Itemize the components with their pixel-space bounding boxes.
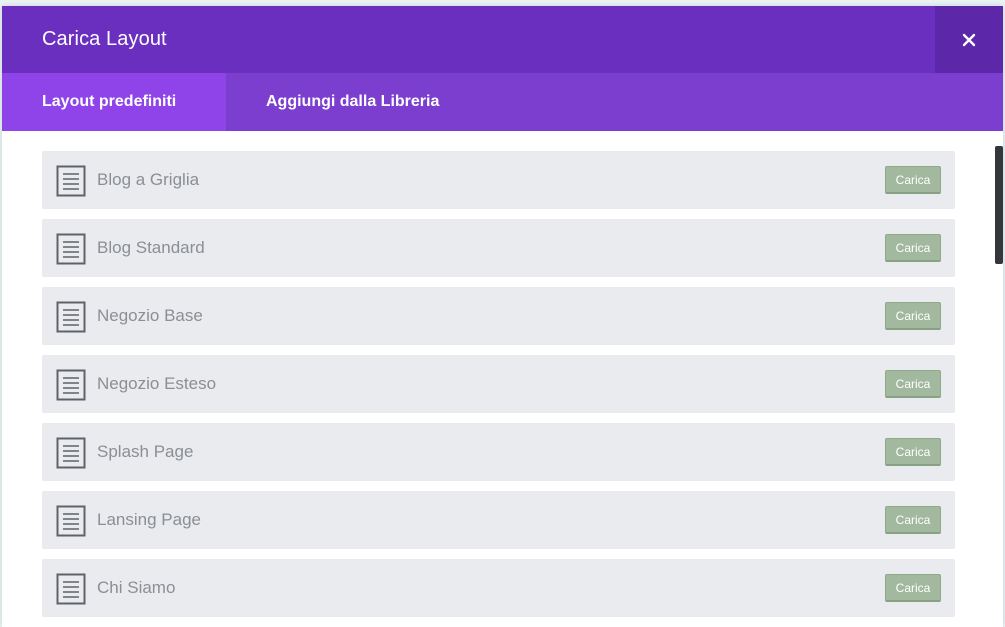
layout-name: Splash Page: [97, 442, 194, 461]
layout-row-shop-basic: Negozio Base Carica: [42, 287, 955, 345]
load-layout-modal: Carica Layout Layout predefiniti Aggiung…: [2, 6, 1003, 627]
scrollbar-thumb[interactable]: [995, 146, 1003, 264]
layout-name: Negozio Base: [97, 306, 203, 325]
close-button[interactable]: [935, 6, 1003, 73]
document-icon: [56, 165, 86, 197]
document-icon: [56, 233, 86, 265]
layout-list: Blog a Griglia Carica Blog Standard Cari…: [42, 151, 955, 627]
layout-row-shop-extended: Negozio Esteso Carica: [42, 355, 955, 413]
load-button[interactable]: Carica: [885, 370, 941, 398]
document-icon: [56, 505, 86, 537]
layout-name: Chi Siamo: [97, 578, 176, 597]
tab-predefined-layouts[interactable]: Layout predefiniti: [2, 73, 226, 131]
layout-row-about-us: Chi Siamo Carica: [42, 559, 955, 617]
modal-header: Carica Layout: [2, 6, 1003, 73]
load-button[interactable]: Carica: [885, 438, 941, 466]
modal-title: Carica Layout: [42, 28, 167, 50]
document-icon: [56, 437, 86, 469]
load-button[interactable]: Carica: [885, 506, 941, 534]
layout-name: Blog Standard: [97, 238, 205, 257]
layout-row-blog-grid: Blog a Griglia Carica: [42, 151, 955, 209]
load-button[interactable]: Carica: [885, 234, 941, 262]
layout-row-blog-standard: Blog Standard Carica: [42, 219, 955, 277]
layout-row-landing-page: Lansing Page Carica: [42, 491, 955, 549]
layout-name: Lansing Page: [97, 510, 201, 529]
document-icon: [56, 301, 86, 333]
document-icon: [56, 573, 86, 605]
layout-name: Negozio Esteso: [97, 374, 217, 393]
layout-row-splash-page: Splash Page Carica: [42, 423, 955, 481]
layout-name: Blog a Griglia: [97, 170, 200, 189]
tab-add-from-library[interactable]: Aggiungi dalla Libreria: [266, 73, 439, 131]
load-button[interactable]: Carica: [885, 166, 941, 194]
tab-bar: Layout predefiniti Aggiungi dalla Librer…: [2, 73, 1003, 131]
load-button[interactable]: Carica: [885, 302, 941, 330]
load-button[interactable]: Carica: [885, 574, 941, 602]
document-icon: [56, 369, 86, 401]
close-icon: [962, 33, 976, 46]
